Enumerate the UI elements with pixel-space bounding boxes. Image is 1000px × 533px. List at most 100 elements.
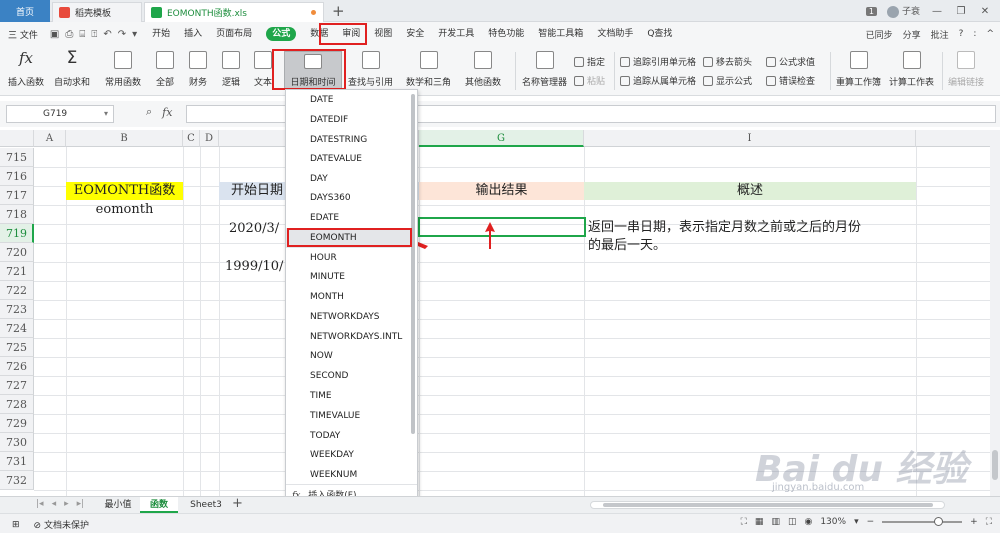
undo-icon[interactable]: ↶ (103, 29, 111, 40)
cell-i719[interactable]: 返回一串日期，表示指定月数之前或之后的月份 的最后一天。 (588, 219, 914, 255)
func-time[interactable]: TIME (286, 386, 410, 406)
func-hour[interactable]: HOUR (286, 248, 410, 268)
col-header-b[interactable]: B (66, 130, 183, 147)
close-icon[interactable]: ✕ (978, 6, 992, 17)
autosum-button[interactable]: Σ 自动求和 (54, 49, 90, 93)
finance-button[interactable]: 财务 (189, 49, 207, 93)
func-days360[interactable]: DAYS360 (286, 188, 410, 208)
row-header[interactable]: 720 (0, 243, 34, 262)
row-header[interactable]: 717 (0, 186, 34, 205)
help-icon[interactable]: ? (959, 29, 964, 39)
zoom-out-icon[interactable]: − (867, 517, 875, 527)
math-button[interactable]: 数学和三角 (406, 49, 451, 93)
text-button[interactable]: 文本 (254, 49, 272, 93)
row-header[interactable]: 724 (0, 319, 34, 338)
window-count-badge[interactable]: 1 (865, 6, 877, 16)
common-functions-button[interactable]: 常用函数 (105, 49, 141, 93)
normal-view-icon[interactable]: ▦ (755, 517, 764, 527)
menu-smart-tools[interactable]: 智能工具箱 (531, 22, 590, 46)
func-weeknum[interactable]: WEEKNUM (286, 465, 410, 485)
trace-dependents-button[interactable]: 追踪从属单元格 (620, 74, 696, 87)
export-icon[interactable]: ⍐ (91, 29, 97, 40)
sync-button[interactable]: 已同步 (866, 28, 893, 41)
row-header[interactable]: 727 (0, 376, 34, 395)
row-header[interactable]: 718 (0, 205, 34, 224)
func-datedif[interactable]: DATEDIF (286, 110, 410, 130)
other-functions-button[interactable]: 其他函数 (465, 49, 501, 93)
first-sheet-icon[interactable]: |◂ (36, 499, 44, 509)
menu-page-layout[interactable]: 页面布局 (209, 22, 259, 46)
row-header[interactable]: 725 (0, 338, 34, 357)
func-datestring[interactable]: DATESTRING (286, 130, 410, 150)
macro-record-icon[interactable]: ⊞ (12, 520, 20, 530)
col-header-a[interactable]: A (34, 130, 66, 147)
col-header-next[interactable] (916, 130, 1000, 147)
fit-window-icon[interactable]: ⛶ (986, 517, 992, 527)
func-minute[interactable]: MINUTE (286, 267, 410, 287)
menu-insert[interactable]: 插入 (177, 22, 209, 46)
show-formulas-button[interactable]: 显示公式 (703, 74, 752, 87)
page-break-view-icon[interactable]: ◫ (788, 517, 797, 527)
menu-doc-assistant[interactable]: 文档助手 (590, 22, 640, 46)
name-manager-button[interactable]: 名称管理器 (522, 49, 567, 93)
row-header[interactable]: 728 (0, 395, 34, 414)
tab-docer-templates[interactable]: 稻壳模板 (52, 2, 142, 22)
more-options-icon[interactable]: : (973, 29, 976, 39)
specify-button[interactable]: 指定 (574, 55, 605, 68)
new-tab-button[interactable]: + (332, 2, 345, 20)
func-datevalue[interactable]: DATEVALUE (286, 149, 410, 169)
func-second[interactable]: SECOND (286, 366, 410, 386)
zoom-slider[interactable] (882, 517, 963, 526)
sheet-tab-min[interactable]: 最小值 (96, 497, 140, 513)
save-icon[interactable]: ▣ (50, 29, 59, 40)
func-weekday[interactable]: WEEKDAY (286, 445, 410, 465)
tab-eomonth-file[interactable]: EOMONTH函数.xls (144, 2, 324, 22)
sheet-tab-functions[interactable]: 函数 (140, 497, 178, 513)
next-sheet-icon[interactable]: ▸ (64, 499, 69, 509)
sheet-tab-sheet3[interactable]: Sheet3 (184, 497, 228, 513)
col-header-g[interactable]: G (419, 130, 584, 147)
func-networkdays[interactable]: NETWORKDAYS (286, 307, 410, 327)
menu-home[interactable]: 开始 (145, 22, 177, 46)
zoom-level[interactable]: 130% (820, 517, 846, 527)
menu-developer[interactable]: 开发工具 (431, 22, 481, 46)
restore-icon[interactable]: ❐ (954, 6, 968, 17)
last-sheet-icon[interactable]: ▸| (77, 499, 85, 509)
edit-links-button[interactable]: 编辑链接 (948, 49, 984, 93)
horizontal-scrollbar[interactable] (590, 501, 945, 509)
row-header[interactable]: 721 (0, 262, 34, 281)
chevron-down-icon[interactable]: ▾ (104, 106, 108, 122)
redo-icon[interactable]: ↷ (118, 29, 126, 40)
zoom-slider-knob[interactable] (934, 517, 944, 526)
row-header-selected[interactable]: 719 (0, 224, 34, 243)
select-all-corner[interactable] (0, 130, 34, 147)
col-header-c[interactable]: C (183, 130, 200, 147)
recalculate-workbook-button[interactable]: 重算工作簿 (836, 49, 881, 93)
col-header-d[interactable]: D (200, 130, 219, 147)
zoom-in-icon[interactable]: + (970, 517, 978, 527)
row-header[interactable]: 722 (0, 281, 34, 300)
paste-name-button[interactable]: 粘贴 (574, 74, 605, 87)
row-header[interactable]: 732 (0, 471, 34, 490)
error-checking-button[interactable]: 错误检查 (766, 74, 815, 87)
scrollbar-thumb[interactable] (603, 503, 933, 507)
row-header[interactable]: 715 (0, 148, 34, 167)
row-header[interactable]: 730 (0, 433, 34, 452)
doc-protection[interactable]: ⊘ 文档未保护 (34, 518, 89, 531)
minimize-icon[interactable]: — (930, 6, 944, 17)
cell-b718[interactable]: eomonth (66, 201, 183, 219)
name-box[interactable]: G719 ▾ (6, 105, 114, 123)
func-timevalue[interactable]: TIMEVALUE (286, 406, 410, 426)
menu-features[interactable]: 特色功能 (481, 22, 531, 46)
col-header-i[interactable]: I (584, 130, 916, 147)
menu-security[interactable]: 安全 (399, 22, 431, 46)
print-preview-icon[interactable]: ⎙ (65, 29, 73, 40)
dropdown-scrollbar[interactable] (411, 94, 415, 434)
print-icon[interactable]: ⌸ (79, 29, 85, 40)
cell-b717[interactable]: EOMONTH函数 (66, 182, 183, 200)
cell-i717[interactable]: 概述 (584, 182, 916, 200)
eye-protection-icon[interactable]: ◉ (804, 517, 812, 527)
fullscreen-icon[interactable]: ⛶ (741, 517, 747, 527)
func-month[interactable]: MONTH (286, 287, 410, 307)
share-button[interactable]: 分享 (903, 28, 921, 41)
